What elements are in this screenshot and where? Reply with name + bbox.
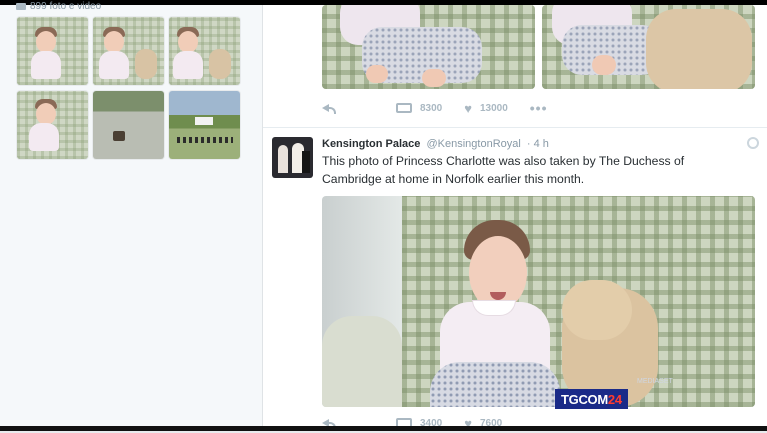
tv-logo-text: TGCOM xyxy=(561,391,608,407)
media-thumbnail[interactable] xyxy=(93,91,164,159)
media-count-header[interactable]: 899 foto e video xyxy=(16,1,101,12)
settings-icon[interactable] xyxy=(747,137,759,149)
tweet-photo[interactable] xyxy=(542,5,755,89)
reply-icon xyxy=(322,103,336,114)
more-button[interactable]: ••• xyxy=(530,100,548,116)
broadcaster-label: MEDIASET xyxy=(637,378,673,385)
retweet-count: 8300 xyxy=(420,102,443,114)
author-handle[interactable]: @KensingtonRoyal xyxy=(426,138,520,150)
media-thumbnail[interactable] xyxy=(93,17,164,85)
reply-button[interactable] xyxy=(322,103,342,114)
media-thumbnail[interactable] xyxy=(169,17,240,85)
video-letterbox-bottom xyxy=(0,426,767,431)
tv-logo-number: 24 xyxy=(607,391,622,407)
retweet-button[interactable]: 8300 xyxy=(396,103,442,114)
tv-logo: TGCOM 24 xyxy=(555,389,628,409)
tweet-text: This photo of Princess Charlotte was als… xyxy=(322,154,685,186)
tweet-photo[interactable] xyxy=(322,5,535,89)
media-thumbnail[interactable] xyxy=(169,91,240,159)
tweet-divider xyxy=(263,127,767,128)
media-thumbnail[interactable] xyxy=(17,91,88,159)
media-count-label: 899 foto e video xyxy=(30,1,102,12)
like-count: 13000 xyxy=(479,102,508,114)
tweet-main-photo[interactable] xyxy=(322,196,755,407)
tweet-feed: 8300 ♥ 13000 ••• Kensington Palace @Kensi… xyxy=(263,5,767,430)
avatar[interactable] xyxy=(272,137,313,178)
author-name[interactable]: Kensington Palace xyxy=(322,138,420,150)
top-tweet-actions: 8300 ♥ 13000 ••• xyxy=(322,98,570,118)
media-sidebar: 899 foto e video xyxy=(0,1,263,426)
more-icon: ••• xyxy=(529,100,548,116)
like-button[interactable]: ♥ 13000 xyxy=(464,102,508,115)
retweet-icon xyxy=(396,103,412,113)
heart-icon: ♥ xyxy=(464,100,472,116)
tweet-timestamp[interactable]: · 4 h xyxy=(527,138,549,150)
tweet-time-value: 4 h xyxy=(533,138,549,150)
camera-icon xyxy=(16,2,26,10)
tweet-header: Kensington Palace @KensingtonRoyal · 4 h xyxy=(322,138,549,150)
media-thumbnail[interactable] xyxy=(17,17,88,85)
